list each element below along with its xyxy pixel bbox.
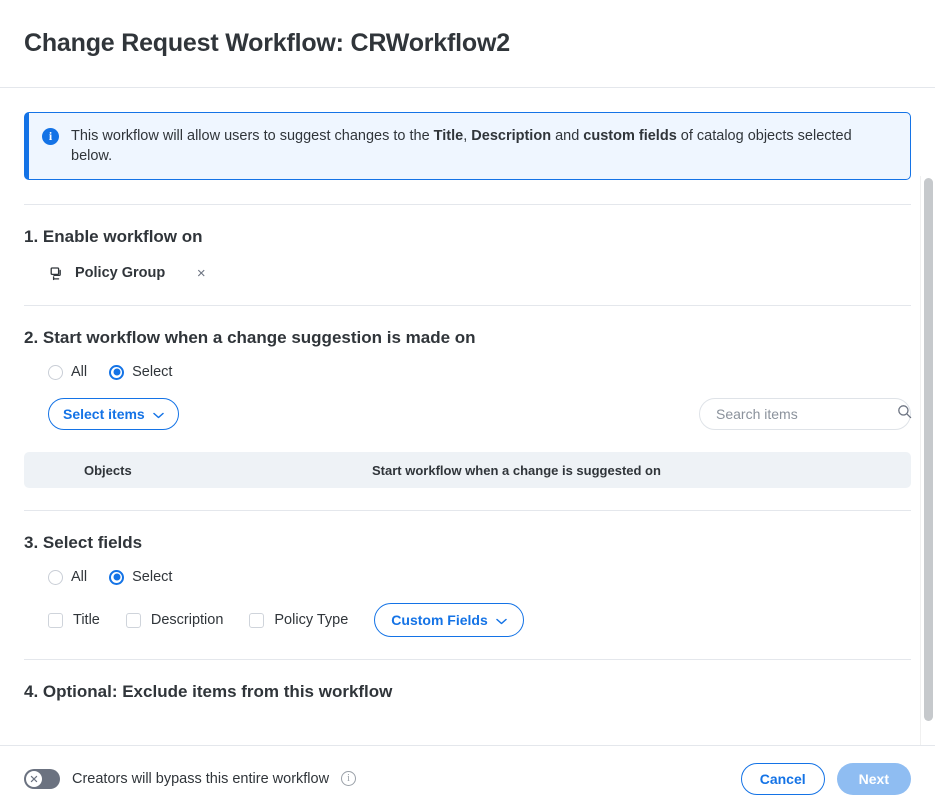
- checkbox-policy-type[interactable]: Policy Type: [249, 612, 348, 628]
- bypass-workflow-label: Creators will bypass this entire workflo…: [72, 770, 330, 787]
- section-4-title: 4. Optional: Exclude items from this wor…: [24, 682, 393, 701]
- dialog-footer: Creators will bypass this entire workflo…: [0, 745, 935, 811]
- section-3-title: 3. Select fields: [24, 533, 143, 552]
- policy-group-icon: [48, 265, 65, 282]
- select-items-label: Select items: [63, 406, 145, 422]
- section-2-controls: Select items: [24, 398, 912, 430]
- section-enable-workflow-on: 1. Enable workflow on Policy Group ×: [24, 205, 911, 305]
- toggle-knob: [26, 770, 42, 787]
- checkbox-label: Policy Type: [274, 612, 349, 628]
- section-2-radio-group: All Select: [24, 364, 911, 380]
- custom-fields-button[interactable]: Custom Fields: [374, 603, 524, 637]
- info-icon[interactable]: i: [341, 771, 357, 786]
- change-request-workflow-dialog: Change Request Workflow: CRWorkflow2 i T…: [0, 0, 935, 811]
- chip-policy-group[interactable]: Policy Group: [48, 265, 165, 282]
- select-items-button[interactable]: Select items: [48, 398, 179, 430]
- checkbox-description[interactable]: Description: [125, 612, 224, 628]
- radio-label: Select: [132, 569, 173, 585]
- radio-mark-icon: [109, 364, 125, 380]
- footer-actions: Cancel Next: [740, 762, 911, 795]
- bypass-workflow-toggle[interactable]: [24, 768, 60, 789]
- radio-section3-select[interactable]: Select: [109, 569, 172, 585]
- checkbox-title[interactable]: Title: [48, 612, 100, 628]
- chevron-down-icon: [496, 612, 507, 628]
- section-start-workflow-trigger: 2. Start workflow when a change suggesti…: [24, 306, 912, 510]
- banner-text-before: This workflow will allow users to sugges…: [71, 128, 434, 144]
- checkbox-mark-icon: [48, 612, 63, 628]
- chevron-down-icon: [152, 406, 164, 422]
- vertical-scrollbar-track[interactable]: [920, 176, 935, 745]
- section-1-title: 1. Enable workflow on: [24, 227, 203, 246]
- radio-section3-all[interactable]: All: [48, 569, 87, 585]
- objects-table: Objects Start workflow when a change is …: [24, 452, 911, 488]
- search-icon[interactable]: [897, 404, 912, 424]
- table-header-row: Objects Start workflow when a change is …: [24, 452, 911, 488]
- checkbox-label: Title: [73, 612, 100, 628]
- search-items-box[interactable]: [699, 398, 912, 430]
- fields-checkbox-group: Title Description Policy Type Custom Fie…: [24, 603, 911, 637]
- radio-mark-icon: [48, 569, 63, 585]
- radio-label: Select: [132, 364, 173, 380]
- cancel-button[interactable]: Cancel: [740, 762, 825, 795]
- info-icon: i: [42, 128, 59, 145]
- info-banner-text: This workflow will allow users to sugges…: [71, 126, 894, 166]
- radio-label: All: [71, 569, 88, 585]
- section-select-fields: 3. Select fields All Select Title Descri…: [24, 511, 911, 659]
- chip-label: Policy Group: [75, 265, 166, 281]
- section-exclude-items: 4. Optional: Exclude items from this wor…: [24, 660, 911, 702]
- banner-bold-custom-fields: custom fields: [583, 128, 677, 144]
- radio-mark-icon: [109, 569, 125, 585]
- checkbox-mark-icon: [249, 612, 265, 628]
- info-banner: i This workflow will allow users to sugg…: [24, 112, 911, 180]
- enabled-objects-list: Policy Group ×: [24, 263, 911, 283]
- column-header-objects: Objects: [84, 462, 132, 478]
- section-3-radio-group: All Select: [24, 569, 911, 585]
- next-button[interactable]: Next: [836, 762, 911, 795]
- dialog-header: Change Request Workflow: CRWorkflow2: [0, 0, 935, 88]
- page-title: Change Request Workflow: CRWorkflow2: [24, 29, 510, 57]
- dialog-scroll-body: i This workflow will allow users to sugg…: [0, 88, 935, 745]
- checkbox-mark-icon: [125, 612, 141, 628]
- custom-fields-label: Custom Fields: [391, 612, 488, 628]
- search-input[interactable]: [716, 406, 897, 422]
- column-header-start-workflow: Start workflow when a change is suggeste…: [372, 462, 661, 478]
- footer-left-group: Creators will bypass this entire workflo…: [24, 768, 357, 789]
- vertical-scrollbar-thumb[interactable]: [924, 178, 933, 721]
- radio-mark-icon: [48, 364, 63, 380]
- section-2-title: 2. Start workflow when a change suggesti…: [24, 328, 476, 347]
- checkbox-label: Description: [150, 612, 224, 628]
- radio-label: All: [71, 364, 88, 380]
- banner-sep-2: and: [551, 128, 584, 144]
- radio-section2-select[interactable]: Select: [109, 364, 172, 380]
- close-icon[interactable]: ×: [191, 263, 211, 283]
- banner-bold-title: Title: [433, 128, 464, 144]
- radio-section2-all[interactable]: All: [48, 364, 87, 380]
- banner-bold-description: Description: [471, 128, 552, 144]
